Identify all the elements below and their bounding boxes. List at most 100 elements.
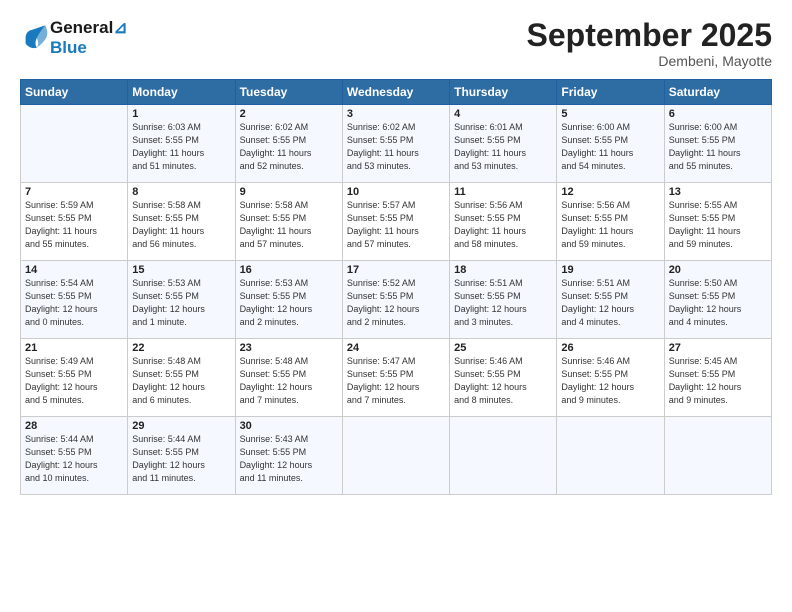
calendar-cell: 27Sunrise: 5:45 AMSunset: 5:55 PMDayligh… bbox=[664, 339, 771, 417]
day-info: Sunrise: 5:57 AMSunset: 5:55 PMDaylight:… bbox=[347, 199, 445, 251]
day-number: 20 bbox=[669, 264, 767, 276]
day-number: 25 bbox=[454, 342, 552, 354]
day-number: 10 bbox=[347, 186, 445, 198]
day-info: Sunrise: 5:46 AMSunset: 5:55 PMDaylight:… bbox=[454, 355, 552, 407]
day-info: Sunrise: 5:58 AMSunset: 5:55 PMDaylight:… bbox=[132, 199, 230, 251]
day-number: 2 bbox=[240, 108, 338, 120]
calendar-cell: 17Sunrise: 5:52 AMSunset: 5:55 PMDayligh… bbox=[342, 261, 449, 339]
calendar-cell: 24Sunrise: 5:47 AMSunset: 5:55 PMDayligh… bbox=[342, 339, 449, 417]
calendar-cell: 15Sunrise: 5:53 AMSunset: 5:55 PMDayligh… bbox=[128, 261, 235, 339]
day-info: Sunrise: 5:55 AMSunset: 5:55 PMDaylight:… bbox=[669, 199, 767, 251]
day-info: Sunrise: 5:54 AMSunset: 5:55 PMDaylight:… bbox=[25, 277, 123, 329]
day-info: Sunrise: 5:44 AMSunset: 5:55 PMDaylight:… bbox=[132, 433, 230, 485]
calendar-cell: 26Sunrise: 5:46 AMSunset: 5:55 PMDayligh… bbox=[557, 339, 664, 417]
day-number: 18 bbox=[454, 264, 552, 276]
calendar-cell: 22Sunrise: 5:48 AMSunset: 5:55 PMDayligh… bbox=[128, 339, 235, 417]
calendar-cell: 3Sunrise: 6:02 AMSunset: 5:55 PMDaylight… bbox=[342, 105, 449, 183]
calendar-cell: 9Sunrise: 5:58 AMSunset: 5:55 PMDaylight… bbox=[235, 183, 342, 261]
calendar-cell bbox=[450, 417, 557, 495]
col-header-saturday: Saturday bbox=[664, 80, 771, 105]
day-number: 30 bbox=[240, 420, 338, 432]
header: General⊿ Blue September 2025 Dembeni, Ma… bbox=[20, 18, 772, 69]
logo: General⊿ Blue bbox=[20, 18, 128, 57]
day-number: 6 bbox=[669, 108, 767, 120]
calendar-cell: 18Sunrise: 5:51 AMSunset: 5:55 PMDayligh… bbox=[450, 261, 557, 339]
calendar-cell: 19Sunrise: 5:51 AMSunset: 5:55 PMDayligh… bbox=[557, 261, 664, 339]
day-info: Sunrise: 5:44 AMSunset: 5:55 PMDaylight:… bbox=[25, 433, 123, 485]
logo-line2: Blue bbox=[50, 38, 128, 58]
col-header-monday: Monday bbox=[128, 80, 235, 105]
calendar-week-4: 21Sunrise: 5:49 AMSunset: 5:55 PMDayligh… bbox=[21, 339, 772, 417]
calendar-cell: 30Sunrise: 5:43 AMSunset: 5:55 PMDayligh… bbox=[235, 417, 342, 495]
day-info: Sunrise: 5:52 AMSunset: 5:55 PMDaylight:… bbox=[347, 277, 445, 329]
day-info: Sunrise: 5:56 AMSunset: 5:55 PMDaylight:… bbox=[561, 199, 659, 251]
calendar-cell bbox=[664, 417, 771, 495]
day-info: Sunrise: 6:02 AMSunset: 5:55 PMDaylight:… bbox=[347, 121, 445, 173]
day-number: 11 bbox=[454, 186, 552, 198]
calendar-cell bbox=[557, 417, 664, 495]
day-info: Sunrise: 6:03 AMSunset: 5:55 PMDaylight:… bbox=[132, 121, 230, 173]
calendar-cell: 5Sunrise: 6:00 AMSunset: 5:55 PMDaylight… bbox=[557, 105, 664, 183]
calendar-cell: 20Sunrise: 5:50 AMSunset: 5:55 PMDayligh… bbox=[664, 261, 771, 339]
logo-line1: General⊿ bbox=[50, 18, 128, 38]
day-number: 16 bbox=[240, 264, 338, 276]
day-info: Sunrise: 5:49 AMSunset: 5:55 PMDaylight:… bbox=[25, 355, 123, 407]
col-header-tuesday: Tuesday bbox=[235, 80, 342, 105]
day-number: 22 bbox=[132, 342, 230, 354]
day-info: Sunrise: 5:51 AMSunset: 5:55 PMDaylight:… bbox=[561, 277, 659, 329]
day-number: 24 bbox=[347, 342, 445, 354]
calendar-cell: 8Sunrise: 5:58 AMSunset: 5:55 PMDaylight… bbox=[128, 183, 235, 261]
calendar-cell: 21Sunrise: 5:49 AMSunset: 5:55 PMDayligh… bbox=[21, 339, 128, 417]
calendar-cell: 4Sunrise: 6:01 AMSunset: 5:55 PMDaylight… bbox=[450, 105, 557, 183]
day-number: 28 bbox=[25, 420, 123, 432]
day-info: Sunrise: 5:48 AMSunset: 5:55 PMDaylight:… bbox=[240, 355, 338, 407]
day-number: 14 bbox=[25, 264, 123, 276]
day-info: Sunrise: 6:02 AMSunset: 5:55 PMDaylight:… bbox=[240, 121, 338, 173]
day-info: Sunrise: 5:56 AMSunset: 5:55 PMDaylight:… bbox=[454, 199, 552, 251]
day-info: Sunrise: 5:53 AMSunset: 5:55 PMDaylight:… bbox=[240, 277, 338, 329]
calendar-cell: 16Sunrise: 5:53 AMSunset: 5:55 PMDayligh… bbox=[235, 261, 342, 339]
calendar-week-1: 1Sunrise: 6:03 AMSunset: 5:55 PMDaylight… bbox=[21, 105, 772, 183]
day-number: 26 bbox=[561, 342, 659, 354]
calendar-week-5: 28Sunrise: 5:44 AMSunset: 5:55 PMDayligh… bbox=[21, 417, 772, 495]
day-number: 8 bbox=[132, 186, 230, 198]
day-number: 4 bbox=[454, 108, 552, 120]
day-info: Sunrise: 5:58 AMSunset: 5:55 PMDaylight:… bbox=[240, 199, 338, 251]
day-info: Sunrise: 5:47 AMSunset: 5:55 PMDaylight:… bbox=[347, 355, 445, 407]
day-number: 15 bbox=[132, 264, 230, 276]
logo-icon bbox=[20, 24, 48, 52]
day-number: 19 bbox=[561, 264, 659, 276]
calendar-cell: 14Sunrise: 5:54 AMSunset: 5:55 PMDayligh… bbox=[21, 261, 128, 339]
calendar-cell: 29Sunrise: 5:44 AMSunset: 5:55 PMDayligh… bbox=[128, 417, 235, 495]
calendar-week-2: 7Sunrise: 5:59 AMSunset: 5:55 PMDaylight… bbox=[21, 183, 772, 261]
calendar-cell: 11Sunrise: 5:56 AMSunset: 5:55 PMDayligh… bbox=[450, 183, 557, 261]
col-header-wednesday: Wednesday bbox=[342, 80, 449, 105]
day-number: 12 bbox=[561, 186, 659, 198]
calendar-cell: 13Sunrise: 5:55 AMSunset: 5:55 PMDayligh… bbox=[664, 183, 771, 261]
day-info: Sunrise: 5:53 AMSunset: 5:55 PMDaylight:… bbox=[132, 277, 230, 329]
calendar-cell: 23Sunrise: 5:48 AMSunset: 5:55 PMDayligh… bbox=[235, 339, 342, 417]
location: Dembeni, Mayotte bbox=[527, 53, 772, 69]
col-header-thursday: Thursday bbox=[450, 80, 557, 105]
calendar-cell: 28Sunrise: 5:44 AMSunset: 5:55 PMDayligh… bbox=[21, 417, 128, 495]
calendar-cell bbox=[21, 105, 128, 183]
day-number: 5 bbox=[561, 108, 659, 120]
day-number: 21 bbox=[25, 342, 123, 354]
day-info: Sunrise: 6:00 AMSunset: 5:55 PMDaylight:… bbox=[669, 121, 767, 173]
calendar-cell: 12Sunrise: 5:56 AMSunset: 5:55 PMDayligh… bbox=[557, 183, 664, 261]
day-info: Sunrise: 5:51 AMSunset: 5:55 PMDaylight:… bbox=[454, 277, 552, 329]
day-number: 7 bbox=[25, 186, 123, 198]
day-info: Sunrise: 5:59 AMSunset: 5:55 PMDaylight:… bbox=[25, 199, 123, 251]
col-header-sunday: Sunday bbox=[21, 80, 128, 105]
day-info: Sunrise: 5:50 AMSunset: 5:55 PMDaylight:… bbox=[669, 277, 767, 329]
col-header-friday: Friday bbox=[557, 80, 664, 105]
day-number: 3 bbox=[347, 108, 445, 120]
day-number: 13 bbox=[669, 186, 767, 198]
title-block: September 2025 Dembeni, Mayotte bbox=[527, 18, 772, 69]
calendar-cell bbox=[342, 417, 449, 495]
day-number: 17 bbox=[347, 264, 445, 276]
calendar-cell: 6Sunrise: 6:00 AMSunset: 5:55 PMDaylight… bbox=[664, 105, 771, 183]
day-info: Sunrise: 5:45 AMSunset: 5:55 PMDaylight:… bbox=[669, 355, 767, 407]
calendar-cell: 25Sunrise: 5:46 AMSunset: 5:55 PMDayligh… bbox=[450, 339, 557, 417]
day-number: 29 bbox=[132, 420, 230, 432]
